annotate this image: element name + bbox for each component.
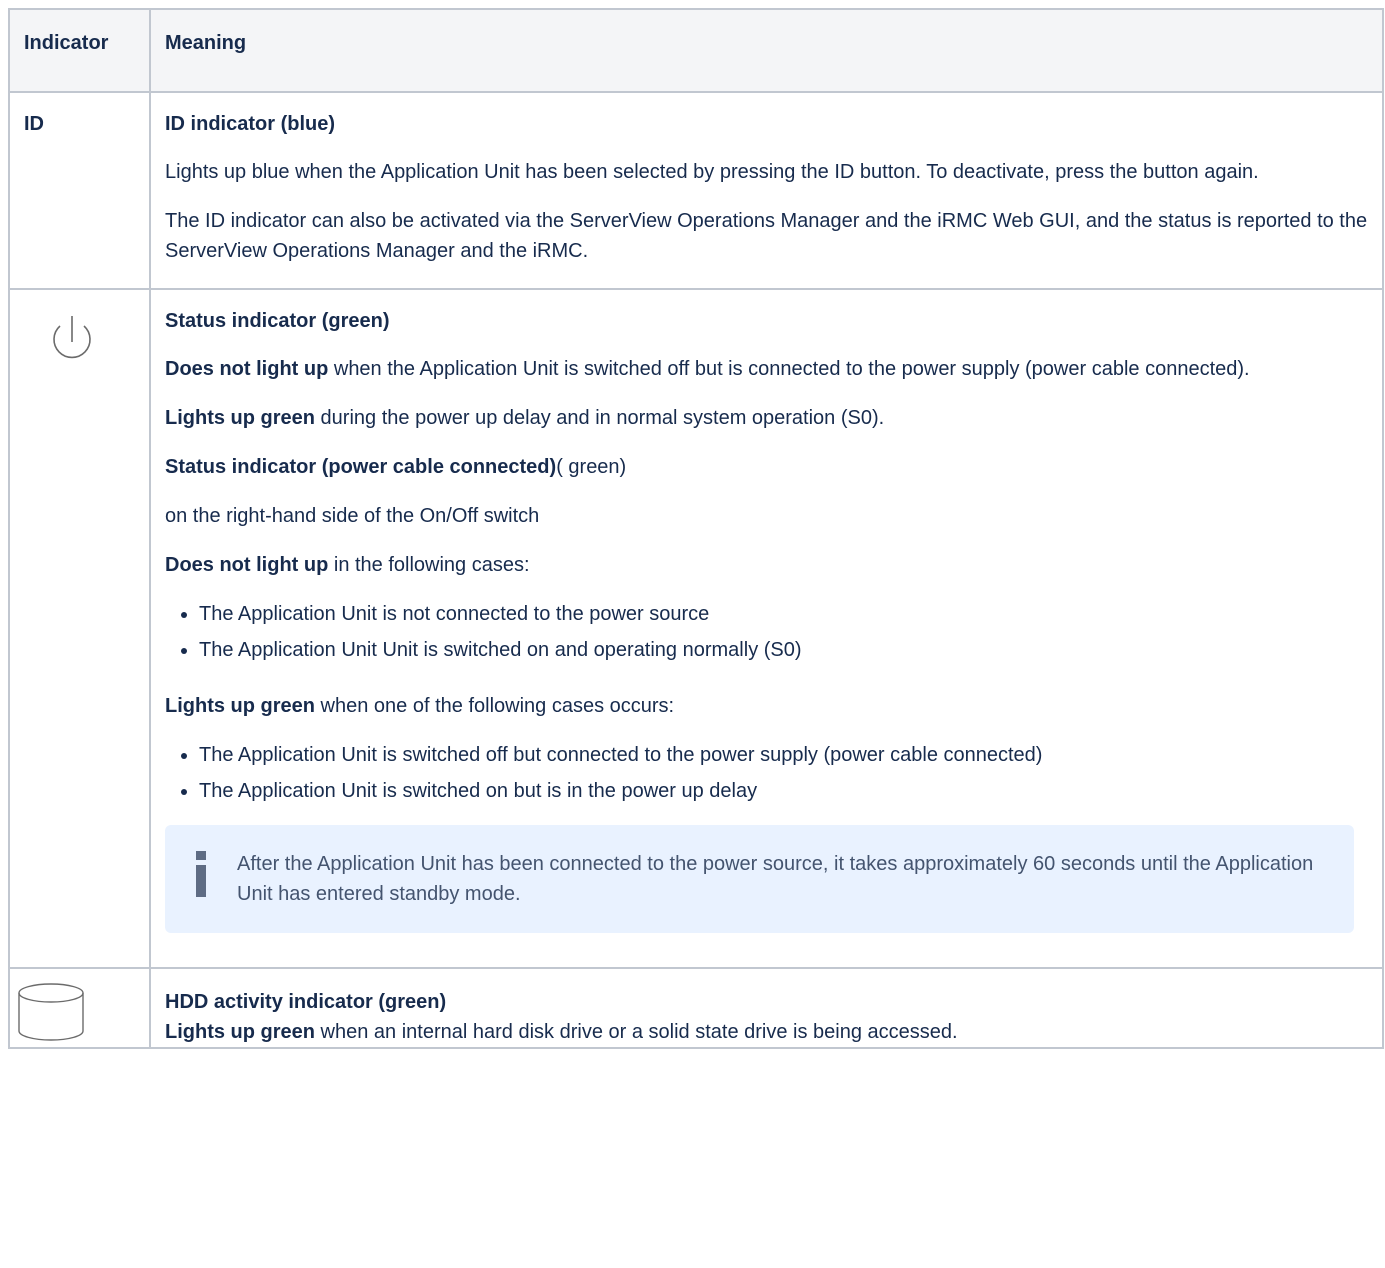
- status-paragraph-1: Does not light up when the Application U…: [165, 354, 1368, 384]
- hdd-p1-text: when an internal hard disk drive or a so…: [315, 1021, 958, 1043]
- list-item: The Application Unit is switched off but…: [199, 740, 1368, 770]
- id-indicator-title: ID indicator (blue): [165, 113, 335, 135]
- hdd-indicator-title: HDD activity indicator (green): [165, 991, 447, 1013]
- status-p6-bold: Lights up green: [165, 695, 315, 717]
- meaning-cell-hdd: HDD activity indicator (green) Lights up…: [149, 967, 1384, 1049]
- hdd-icon: [18, 983, 84, 1041]
- header-indicator: Indicator: [8, 8, 151, 93]
- indicator-cell-id: ID: [8, 91, 151, 290]
- status-p6-text: when one of the following cases occurs:: [315, 695, 675, 717]
- status-p3-bold: Status indicator (power cable connected): [165, 456, 557, 478]
- indicator-cell-status: [8, 288, 151, 969]
- indicator-table: Indicator Meaning ID ID indicator (blue)…: [8, 8, 1384, 1049]
- meaning-cell-id: ID indicator (blue) Lights up blue when …: [149, 91, 1384, 290]
- status-paragraph-6: Lights up green when one of the followin…: [165, 691, 1368, 721]
- table-header-row: Indicator Meaning: [8, 8, 1384, 93]
- table-row-status: Status indicator (green) Does not light …: [8, 288, 1384, 969]
- bullet-list-not-lit: The Application Unit is not connected to…: [165, 599, 1368, 665]
- status-p1-bold: Does not light up: [165, 358, 329, 380]
- id-paragraph-2: The ID indicator can also be activated v…: [165, 210, 1368, 262]
- status-p2-text: during the power up delay and in normal …: [315, 407, 885, 429]
- id-paragraph-1: Lights up blue when the Application Unit…: [165, 161, 1259, 183]
- meaning-cell-status: Status indicator (green) Does not light …: [149, 288, 1384, 969]
- header-meaning: Meaning: [149, 8, 1384, 93]
- list-item: The Application Unit is not connected to…: [199, 599, 1368, 629]
- info-panel: After the Application Unit has been conn…: [165, 825, 1354, 933]
- hdd-p1-bold: Lights up green: [165, 1021, 315, 1043]
- indicator-cell-hdd: [8, 967, 151, 1049]
- status-paragraph-5: Does not light up in the following cases…: [165, 550, 1368, 580]
- power-icon: [53, 316, 91, 359]
- hdd-paragraph-1: Lights up green when an internal hard di…: [165, 1017, 1368, 1047]
- status-p3-text: ( green): [556, 456, 627, 478]
- status-indicator-title: Status indicator (green): [165, 310, 390, 332]
- status-paragraph-2: Lights up green during the power up dela…: [165, 403, 1368, 433]
- list-item: The Application Unit is switched on but …: [199, 776, 1368, 806]
- info-text: After the Application Unit has been conn…: [237, 853, 1314, 905]
- status-p1-text: when the Application Unit is switched of…: [328, 358, 1250, 380]
- table-row-id: ID ID indicator (blue) Lights up blue wh…: [8, 91, 1384, 290]
- status-paragraph-4: on the right-hand side of the On/Off swi…: [165, 505, 540, 527]
- status-paragraph-3: Status indicator (power cable connected)…: [165, 452, 1368, 482]
- status-p5-bold: Does not light up: [165, 554, 329, 576]
- bullet-list-lit: The Application Unit is switched off but…: [165, 740, 1368, 806]
- table-row-hdd: HDD activity indicator (green) Lights up…: [8, 967, 1384, 1049]
- status-p2-bold: Lights up green: [165, 407, 315, 429]
- list-item: The Application Unit Unit is switched on…: [199, 635, 1368, 665]
- indicator-id-label: ID: [24, 113, 44, 135]
- status-p5-text: in the following cases:: [328, 554, 530, 576]
- info-icon: [195, 851, 207, 897]
